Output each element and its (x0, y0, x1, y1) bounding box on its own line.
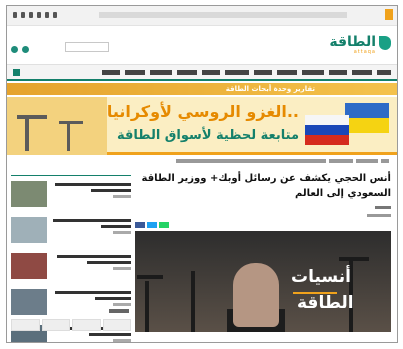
news-thumbnail[interactable] (11, 289, 47, 315)
youtube-icon[interactable] (21, 12, 25, 18)
article: أنس الحجي يكشف عن رسائل أوبك+ ووزير الطا… (135, 171, 391, 228)
hero-banner[interactable]: الغزو الروسي لأوكرانيا.. متابعة لحظية لأ… (7, 97, 397, 155)
news-thumbnail[interactable] (11, 181, 47, 207)
breadcrumb-home[interactable] (381, 159, 389, 163)
oil-pump-illustration (7, 97, 107, 155)
logo-subtitle: attaqa (353, 49, 376, 55)
page-frame: الطاقة attaqa تقارير وحدة أبحاث الطاقة ا… (6, 5, 398, 343)
hero-title: الغزو الروسي لأوكرانيا.. (106, 102, 299, 121)
search-icon[interactable] (11, 46, 18, 53)
nav-item[interactable] (302, 70, 324, 75)
nav-menu (102, 70, 391, 75)
nav-item[interactable] (202, 70, 220, 75)
featured-image: أنسيات الطاقة (135, 231, 391, 332)
nav-item[interactable] (177, 70, 197, 75)
breadcrumb (176, 159, 389, 163)
nav-item[interactable] (352, 70, 372, 75)
tag-button[interactable] (41, 319, 70, 331)
article-date (135, 213, 391, 219)
sidebar-title (11, 164, 131, 176)
news-thumbnail[interactable] (11, 217, 47, 243)
ticker-label (385, 9, 393, 20)
russia-flag-icon (305, 115, 349, 145)
whatsapp-share-icon[interactable] (159, 222, 169, 228)
tag-button[interactable] (11, 319, 40, 331)
flags-illustration (303, 103, 391, 149)
facebook-icon[interactable] (53, 12, 57, 18)
breadcrumb-item[interactable] (329, 159, 353, 163)
social-links (13, 12, 57, 18)
nav-item[interactable] (377, 70, 391, 75)
facebook-share-icon[interactable] (135, 222, 145, 228)
home-icon[interactable] (13, 69, 20, 76)
sidebar-latest-news (11, 164, 131, 342)
site-logo[interactable]: الطاقة attaqa (327, 33, 391, 57)
header-tools (11, 46, 29, 53)
linkedin-icon[interactable] (37, 12, 41, 18)
breadcrumb-current (176, 159, 326, 163)
share-buttons (135, 222, 391, 228)
nav-item[interactable] (102, 70, 120, 75)
sidebar-news-item[interactable] (11, 253, 131, 284)
top-bar (7, 6, 397, 26)
portrait-photo (233, 263, 279, 327)
nav-item[interactable] (329, 70, 347, 75)
news-thumbnail[interactable] (11, 253, 47, 279)
google-plus-icon[interactable] (13, 12, 17, 18)
article-author[interactable] (135, 205, 391, 212)
logo-mark-icon (379, 36, 391, 50)
nav-item[interactable] (125, 70, 145, 75)
logo-row: الطاقة attaqa (7, 26, 397, 64)
tags-heading (109, 309, 129, 313)
menu-icon[interactable] (22, 46, 29, 53)
twitter-share-icon[interactable] (147, 222, 157, 228)
search-input[interactable] (65, 42, 109, 52)
nav-item[interactable] (254, 70, 272, 75)
sidebar-news-item[interactable] (11, 289, 131, 320)
tag-buttons (11, 319, 131, 331)
promo-banner[interactable]: تقارير وحدة أبحاث الطاقة (7, 83, 397, 95)
news-ticker[interactable] (99, 12, 347, 18)
breadcrumb-item[interactable] (356, 159, 378, 163)
sidebar-news-item[interactable] (11, 181, 131, 212)
nav-item[interactable] (225, 70, 249, 75)
tag-button[interactable] (102, 319, 131, 331)
nav-item[interactable] (150, 70, 172, 75)
ukraine-flag-icon (345, 103, 389, 133)
nav-item[interactable] (277, 70, 297, 75)
feature-title-line2: الطاقة (297, 293, 354, 313)
article-headline: أنس الحجي يكشف عن رسائل أوبك+ ووزير الطا… (141, 173, 391, 199)
hero-subtitle: متابعة لحظية لأسواق الطاقة (117, 128, 299, 143)
feature-title-line1: أنسيات (291, 267, 351, 287)
tag-button[interactable] (72, 319, 101, 331)
sidebar-news-item[interactable] (11, 217, 131, 248)
email-icon[interactable] (29, 12, 33, 18)
promo-banner-text: تقارير وحدة أبحاث الطاقة (225, 85, 315, 93)
twitter-icon[interactable] (45, 12, 49, 18)
main-navigation (7, 64, 397, 81)
